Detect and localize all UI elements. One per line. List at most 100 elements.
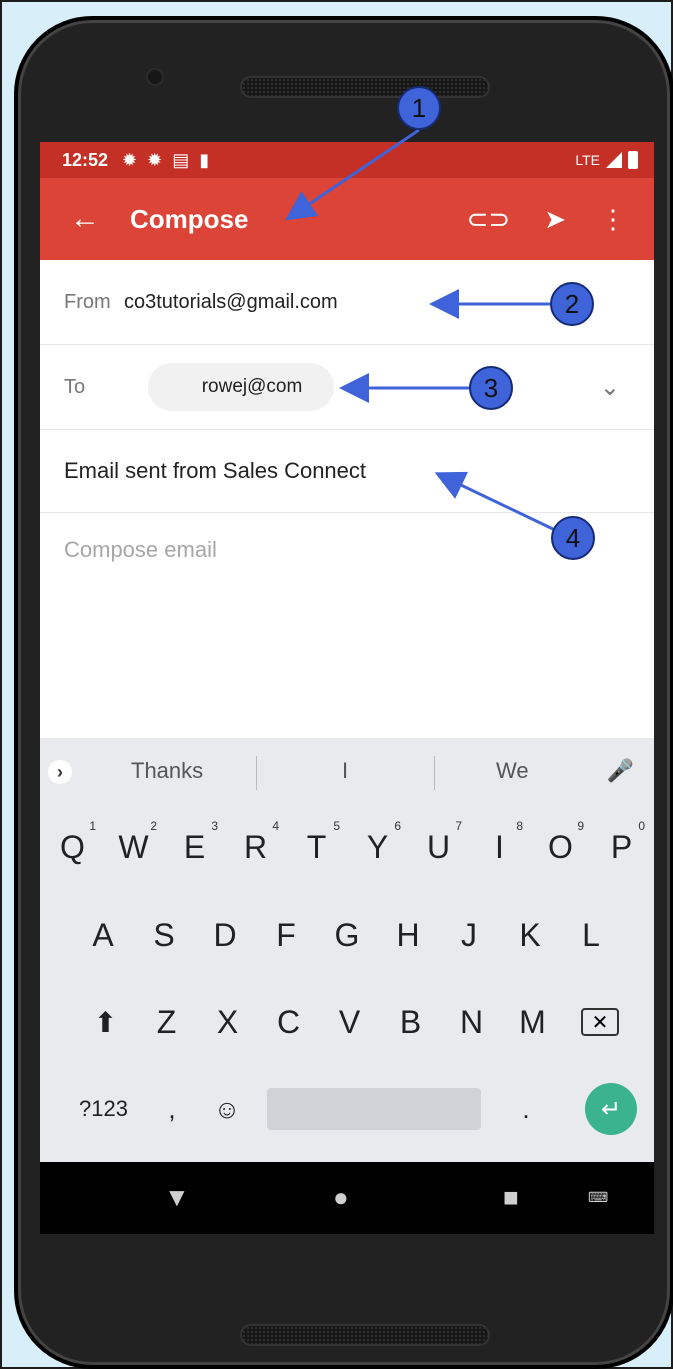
- soft-keyboard: › Thanks I We 🎤 Q1 W2 E3 R4 T5 Y6 U7 I8 …: [40, 738, 654, 1162]
- key-y[interactable]: Y6: [347, 819, 408, 866]
- key-r[interactable]: R4: [225, 819, 286, 866]
- comma-key[interactable]: ,: [147, 1094, 197, 1125]
- suggestion-thanks[interactable]: Thanks: [131, 758, 203, 784]
- key-c[interactable]: C: [258, 1004, 319, 1041]
- key-label: W: [118, 828, 149, 865]
- key-e[interactable]: E3: [164, 819, 225, 866]
- front-camera: [148, 70, 162, 84]
- send-icon[interactable]: ➤: [544, 204, 566, 235]
- back-arrow-icon[interactable]: ←: [40, 202, 130, 236]
- settings-icon: ✹: [147, 149, 163, 170]
- status-time: 12:52: [62, 149, 109, 170]
- key-n[interactable]: N: [441, 1004, 502, 1041]
- backspace-icon[interactable]: ✕: [581, 1008, 619, 1036]
- key-k[interactable]: K: [500, 917, 561, 954]
- key-w[interactable]: W2: [103, 819, 164, 866]
- nav-home-icon[interactable]: ●: [333, 1182, 349, 1213]
- key-number: 3: [211, 818, 218, 833]
- key-a[interactable]: A: [73, 917, 134, 954]
- key-f[interactable]: F: [256, 917, 317, 954]
- key-number: 7: [455, 818, 462, 833]
- key-number: 6: [394, 818, 401, 833]
- key-j[interactable]: J: [439, 917, 500, 954]
- callout-3: 3: [469, 366, 513, 410]
- key-u[interactable]: U7: [408, 819, 469, 866]
- key-number: 1: [89, 818, 96, 833]
- key-label: R: [243, 828, 268, 865]
- key-number: 9: [577, 818, 584, 833]
- navigation-bar: ▼ ● ■ ⌨: [40, 1162, 654, 1234]
- mic-icon[interactable]: 🎤: [607, 758, 634, 784]
- key-number: 8: [516, 818, 523, 833]
- key-p[interactable]: P0: [591, 819, 652, 866]
- key-number: 4: [272, 818, 279, 833]
- key-row-bottom: ?123 , ☺ . ↵: [40, 1065, 654, 1153]
- page-title: Compose: [130, 203, 249, 234]
- key-row-asdf: A S D F G H J K L: [40, 894, 654, 976]
- key-t[interactable]: T5: [286, 819, 347, 866]
- suggestion-strip: › Thanks I We 🎤: [40, 738, 654, 806]
- keyboard-icon[interactable]: ⌨: [588, 1189, 608, 1206]
- key-x[interactable]: X: [197, 1004, 258, 1041]
- expand-arrow-icon[interactable]: ›: [48, 760, 72, 784]
- signal-icon: [606, 152, 622, 168]
- from-field[interactable]: co3tutorials@gmail.com: [124, 291, 338, 314]
- callout-1: 1: [397, 86, 441, 130]
- more-vert-icon[interactable]: ⋮: [600, 204, 626, 235]
- key-z[interactable]: Z: [136, 1004, 197, 1041]
- key-o[interactable]: O9: [530, 819, 591, 866]
- compose-email-input[interactable]: Compose email: [64, 537, 217, 563]
- key-m[interactable]: M: [502, 1004, 563, 1041]
- suggestion-we[interactable]: We: [496, 758, 529, 784]
- enter-icon[interactable]: ↵: [585, 1083, 637, 1135]
- sd-card-icon: ▮: [199, 149, 210, 170]
- app-bar-actions: ⊂⊃ ➤ ⋮: [467, 204, 654, 235]
- key-b[interactable]: B: [380, 1004, 441, 1041]
- key-row-qwerty: Q1 W2 E3 R4 T5 Y6 U7 I8 O9 P0: [40, 806, 654, 888]
- key-label: P: [610, 828, 633, 865]
- key-number: 0: [638, 818, 645, 833]
- key-i[interactable]: I8: [469, 819, 530, 866]
- app-bar: ← Compose ⊂⊃ ➤ ⋮: [40, 178, 654, 260]
- emoji-icon[interactable]: ☺: [197, 1094, 257, 1125]
- key-h[interactable]: H: [378, 917, 439, 954]
- key-d[interactable]: D: [195, 917, 256, 954]
- chevron-down-icon[interactable]: ⌄: [600, 373, 620, 402]
- key-g[interactable]: G: [317, 917, 378, 954]
- period-key[interactable]: .: [481, 1094, 571, 1125]
- attach-icon[interactable]: ⊂⊃: [467, 204, 511, 235]
- status-right: LTE: [575, 151, 638, 169]
- recipient-chip[interactable]: rowej@com: [148, 363, 334, 411]
- nav-back-icon[interactable]: ▼: [164, 1182, 190, 1213]
- space-bar[interactable]: [267, 1088, 481, 1130]
- calendar-icon: ▤: [172, 149, 190, 170]
- key-label: Q: [60, 828, 85, 865]
- key-row-zxcv: ⬆ Z X C V B N M ✕: [40, 981, 654, 1063]
- key-v[interactable]: V: [319, 1004, 380, 1041]
- key-s[interactable]: S: [134, 917, 195, 954]
- network-label: LTE: [575, 152, 600, 168]
- key-label: I: [495, 828, 504, 865]
- bottom-speaker: [240, 1324, 490, 1346]
- key-label: T: [306, 828, 327, 865]
- shift-icon[interactable]: ⬆: [75, 1006, 136, 1039]
- top-speaker: [240, 76, 490, 98]
- suggestion-i[interactable]: I: [342, 758, 348, 784]
- key-label: Y: [366, 828, 389, 865]
- status-icons: ✹ ✹ ▤ ▮: [122, 150, 209, 171]
- key-number: 2: [150, 818, 157, 833]
- key-q[interactable]: Q1: [42, 819, 103, 866]
- key-number: 5: [333, 818, 340, 833]
- status-bar: 12:52 ✹ ✹ ▤ ▮ LTE: [40, 142, 654, 178]
- callout-4: 4: [551, 516, 595, 560]
- from-label: From: [64, 290, 111, 313]
- symbols-key[interactable]: ?123: [57, 1096, 147, 1122]
- to-label: To: [64, 375, 86, 398]
- suggestion-divider: [434, 756, 435, 790]
- callout-2: 2: [550, 282, 594, 326]
- nav-recents-icon[interactable]: ■: [503, 1182, 519, 1213]
- battery-icon: [628, 151, 638, 169]
- subject-field[interactable]: Email sent from Sales Connect: [40, 458, 366, 484]
- key-l[interactable]: L: [561, 917, 622, 954]
- to-row: To rowej@com ⌄: [40, 345, 654, 430]
